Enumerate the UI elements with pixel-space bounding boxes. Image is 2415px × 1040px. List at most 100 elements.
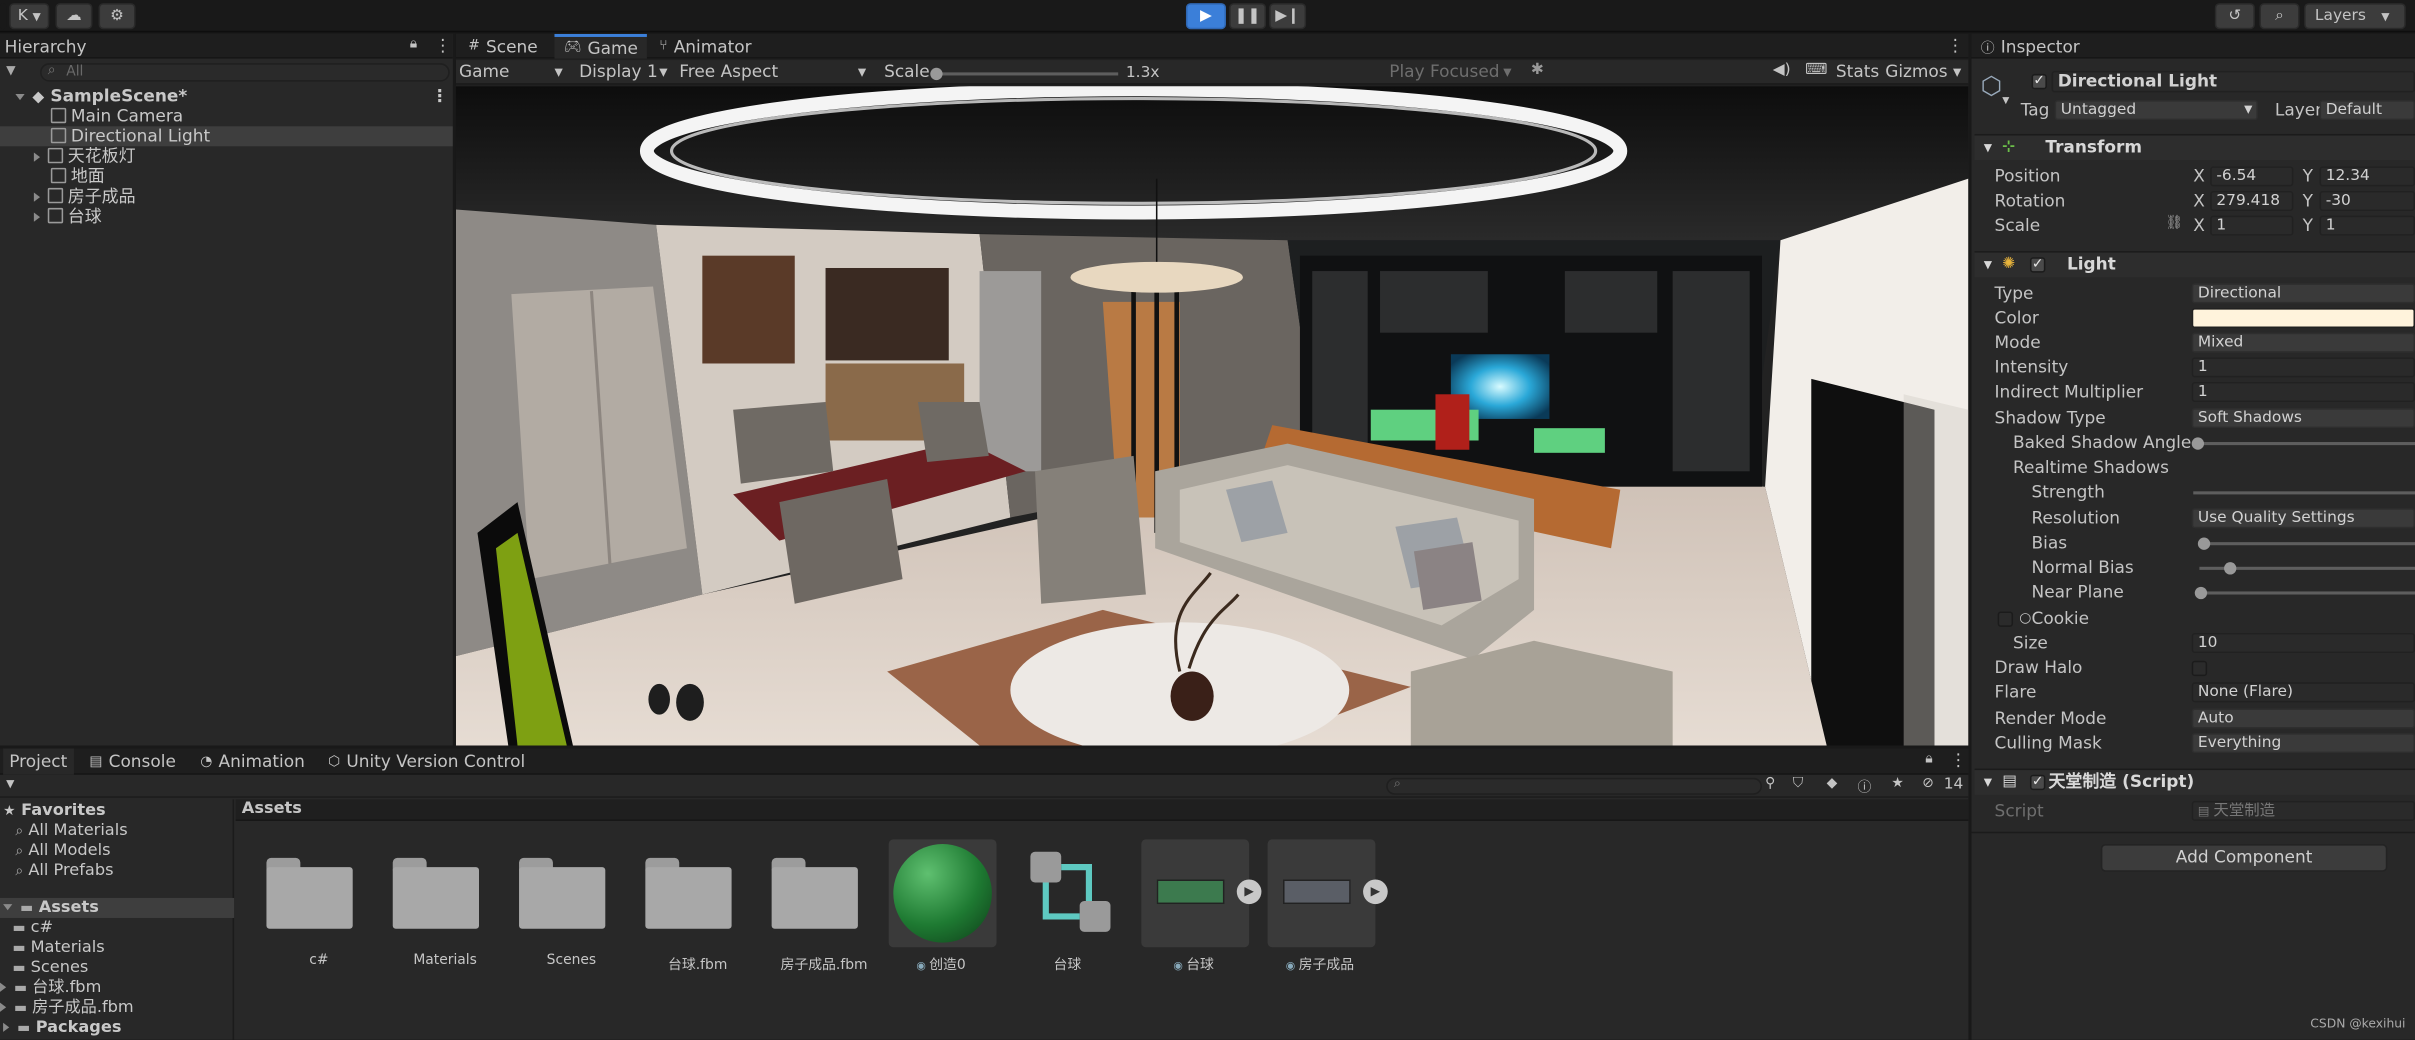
asset-item[interactable]: Materials (392, 839, 510, 978)
tab-animation[interactable]: ◔ Animation (200, 749, 305, 775)
history-icon[interactable]: ↺ (2214, 3, 2255, 30)
rotation-y-field[interactable]: -30 (2319, 190, 2415, 212)
hierarchy-item[interactable]: 地面 (0, 166, 453, 186)
light-prop-field[interactable]: 1 (2191, 357, 2415, 378)
strength-slider[interactable] (2193, 491, 2415, 495)
search-by-label-icon[interactable]: ⛉ (1793, 776, 1803, 791)
add-dropdown-icon[interactable]: ▼ (6, 63, 15, 77)
hidden-packages-icon[interactable]: ⊘ (1922, 776, 1934, 791)
expand-icon[interactable] (15, 93, 25, 101)
rotation-x-field[interactable]: 279.418 (2210, 190, 2294, 212)
tag-icon[interactable]: ◆ (1827, 776, 1838, 791)
cloud-icon[interactable]: ☁ (55, 3, 93, 30)
size-field[interactable]: 10 (2191, 633, 2415, 654)
tab-game[interactable]: 🎮︎ Game (554, 33, 648, 59)
asset-tree-item[interactable]: ▬ 台球.fbm (0, 978, 101, 998)
scale-slider-handle[interactable] (930, 67, 943, 81)
assets-row[interactable]: ▬ Assets (0, 897, 235, 918)
bias-slider[interactable] (2199, 542, 2415, 546)
near-plane-handle[interactable] (2194, 586, 2208, 600)
flare-field[interactable]: None (Flare) (2191, 682, 2415, 703)
expand-icon[interactable] (3, 1022, 10, 1032)
scale-y-field[interactable]: 1 (2319, 215, 2415, 236)
play-preview-icon[interactable]: ▶ (1363, 879, 1388, 905)
stats-button[interactable]: Stats (1836, 62, 1879, 82)
favorites-item[interactable]: ⌕ All Models (15, 841, 110, 861)
expand-icon[interactable] (0, 982, 7, 992)
baked-shadow-angle-handle[interactable] (2191, 437, 2205, 450)
search-icon[interactable]: ⌕ (2259, 3, 2300, 30)
packages-row[interactable]: ▬ Packages (0, 1018, 121, 1038)
asset-item[interactable]: Scenes (519, 839, 636, 978)
game-mode-dropdown[interactable]: Game ▼ (459, 62, 567, 84)
play-preview-icon[interactable]: ▶ (1236, 879, 1262, 905)
tab-scene[interactable]: # Scene (468, 34, 537, 59)
script-enabled-checkbox[interactable]: ✓ (2029, 774, 2046, 791)
hierarchy-item[interactable]: 房子成品 (0, 186, 453, 206)
render-mode-dropdown[interactable]: Auto (2191, 708, 2415, 729)
hierarchy-item[interactable]: Main Camera (0, 106, 453, 126)
culling-mask-dropdown[interactable]: Everything (2191, 733, 2415, 754)
game-render-viewport[interactable] (455, 86, 1969, 746)
more-options-icon[interactable]: ⋮ (434, 35, 451, 55)
asset-item[interactable]: ◉ 创造0 (888, 839, 1006, 978)
light-prop-dropdown[interactable]: Mixed (2191, 332, 2415, 353)
chevron-down-icon[interactable]: ▼ (1953, 66, 1961, 78)
link-icon[interactable]: ⛓ (2166, 216, 2184, 231)
favorites-item[interactable]: ⌕ All Materials (15, 821, 127, 841)
bug-icon[interactable]: ✱ (1531, 62, 1544, 79)
more-options-icon[interactable]: ⋮ (1947, 35, 1964, 55)
asset-item[interactable]: 台球 (1015, 839, 1132, 978)
asset-item[interactable]: ▶ ◉ 房子成品 (1267, 839, 1388, 978)
lock-icon[interactable]: 🔒︎ (1925, 752, 1932, 767)
tag-dropdown[interactable]: Untagged ▼ (2054, 100, 2258, 121)
light-enabled-checkbox[interactable]: ✓ (2029, 257, 2046, 273)
hierarchy-item[interactable]: 台球 (0, 206, 453, 226)
asset-tree-item[interactable]: ▬ Materials (12, 938, 104, 958)
tab-project[interactable]: Project (3, 748, 74, 775)
light-prop-dropdown[interactable]: Directional (2191, 283, 2415, 304)
position-x-field[interactable]: -6.54 (2210, 166, 2294, 187)
favorites-row[interactable]: ★ Favorites (3, 801, 106, 821)
step-button[interactable]: ▶❙ (1269, 3, 1307, 30)
bias-handle[interactable] (2197, 537, 2211, 550)
draw-halo-checkbox[interactable] (2191, 660, 2208, 677)
asset-tree-item[interactable]: ▬ c# (12, 918, 53, 938)
asset-item[interactable]: c# (266, 839, 383, 978)
mute-audio-icon[interactable]: ◀) (1773, 62, 1791, 79)
light-prop-field[interactable]: 1 (2191, 381, 2415, 402)
tab-hierarchy[interactable]: Hierarchy (5, 34, 87, 59)
layers-dropdown[interactable]: Layers ▼ (2304, 3, 2406, 30)
near-plane-slider[interactable] (2199, 591, 2415, 595)
search-by-type-icon[interactable]: ⚲ (1765, 776, 1775, 791)
settings-icon[interactable]: ⚙ (98, 3, 136, 30)
expand-icon[interactable] (3, 904, 13, 911)
tab-version-control[interactable]: ⬡ Unity Version Control (328, 749, 525, 775)
scale-x-field[interactable]: 1 (2210, 215, 2294, 236)
lock-icon[interactable]: 🔒︎ (410, 37, 417, 52)
scale-slider-track[interactable] (936, 72, 1119, 76)
expand-icon[interactable] (0, 1002, 7, 1012)
hierarchy-item[interactable]: Directional Light (0, 126, 453, 147)
asset-tree-item[interactable]: ▬ 房子成品.fbm (0, 998, 134, 1018)
asset-item[interactable]: 台球.fbm (645, 839, 762, 978)
play-focused-dropdown[interactable]: Play Focused ▼ (1389, 62, 1512, 84)
normal-bias-handle[interactable] (2224, 562, 2237, 575)
script-component-header[interactable]: ▼ ▤ ✓ 天堂制造 (Script) (1974, 768, 2415, 795)
light-color-swatch[interactable] (2191, 308, 2415, 329)
position-y-field[interactable]: 12.34 (2319, 166, 2415, 187)
transform-header[interactable]: ▼ ⊹ Transform (1974, 133, 2415, 161)
more-options-icon[interactable]: ⋮ (1950, 750, 1967, 770)
add-component-button[interactable]: Add Component (2100, 844, 2388, 872)
asset-tree-item[interactable]: ▬ Scenes (12, 958, 88, 978)
account-dropdown[interactable]: K ▼ (9, 3, 50, 30)
expand-icon[interactable] (33, 152, 41, 162)
baked-shadow-angle-slider[interactable] (2199, 442, 2415, 446)
aspect-dropdown[interactable]: Free Aspect ▼ (679, 62, 873, 84)
hierarchy-search-input[interactable]: ⌕ All (40, 63, 450, 82)
expand-icon[interactable] (33, 212, 41, 222)
object-name-field[interactable]: Directional Light (2051, 70, 2415, 93)
layer-dropdown[interactable]: Default (2319, 100, 2415, 121)
chevron-down-icon[interactable]: ▼ (2002, 95, 2009, 106)
star-icon[interactable]: ★ (1891, 776, 1903, 791)
